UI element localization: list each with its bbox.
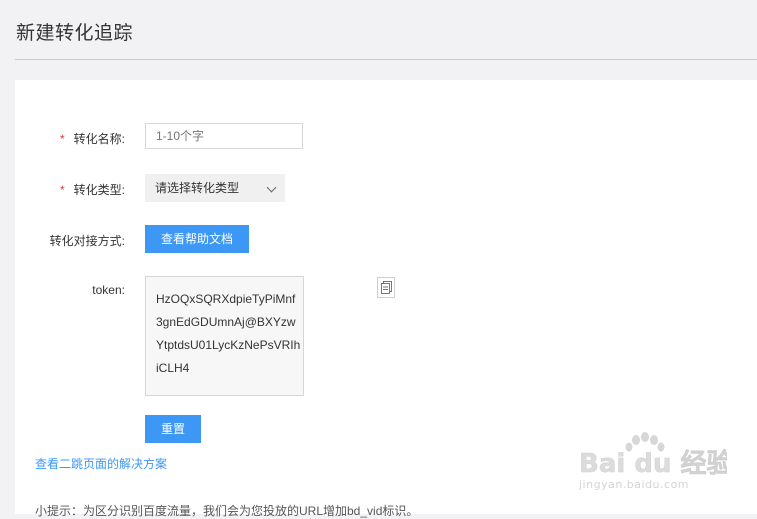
chevron-down-icon bbox=[266, 182, 277, 193]
reset-button[interactable]: 重置 bbox=[145, 415, 201, 443]
help-doc-button[interactable]: 查看帮助文档 bbox=[145, 225, 249, 253]
token-line: 3gnEdGDUmnAj@BXYzw bbox=[156, 315, 296, 329]
token-label-text: token: bbox=[92, 283, 125, 297]
type-select-value: 请选择转化类型 bbox=[155, 181, 240, 195]
name-label-text: 转化名称: bbox=[73, 132, 125, 146]
token-line: HzOQxSQRXdpieTyPiMnf bbox=[156, 292, 296, 306]
title-divider bbox=[15, 59, 757, 60]
required-mark: * bbox=[59, 132, 65, 146]
token-box: HzOQxSQRXdpieTyPiMnf 3gnEdGDUmnAj@BXYzw … bbox=[145, 276, 304, 396]
method-label: 转化对接方式: bbox=[15, 232, 125, 249]
method-label-text: 转化对接方式: bbox=[49, 234, 125, 248]
name-input[interactable] bbox=[145, 123, 303, 149]
token-line: YtptdsU01LycKzNePsVRIh bbox=[156, 338, 301, 352]
type-label-text: 转化类型: bbox=[73, 183, 125, 197]
token-line: iCLH4 bbox=[156, 361, 190, 375]
token-label: token: bbox=[15, 283, 125, 297]
name-label: * 转化名称: bbox=[15, 130, 125, 147]
secondary-page-solution-link[interactable]: 查看二跳页面的解决方案 bbox=[35, 455, 167, 472]
watermark-url: jingyan.baidu.com bbox=[579, 478, 690, 491]
required-mark: * bbox=[59, 183, 65, 197]
tip-text: 小提示：为区分识别百度流量，我们会为您投放的URL增加bd_vid标识。 bbox=[35, 504, 419, 518]
type-label: * 转化类型: bbox=[15, 181, 125, 198]
type-select[interactable]: 请选择转化类型 bbox=[145, 174, 285, 202]
copy-icon[interactable] bbox=[377, 277, 395, 298]
page-title: 新建转化追踪 bbox=[16, 23, 134, 44]
watermark-brand: Bai du 经验 bbox=[579, 448, 727, 479]
